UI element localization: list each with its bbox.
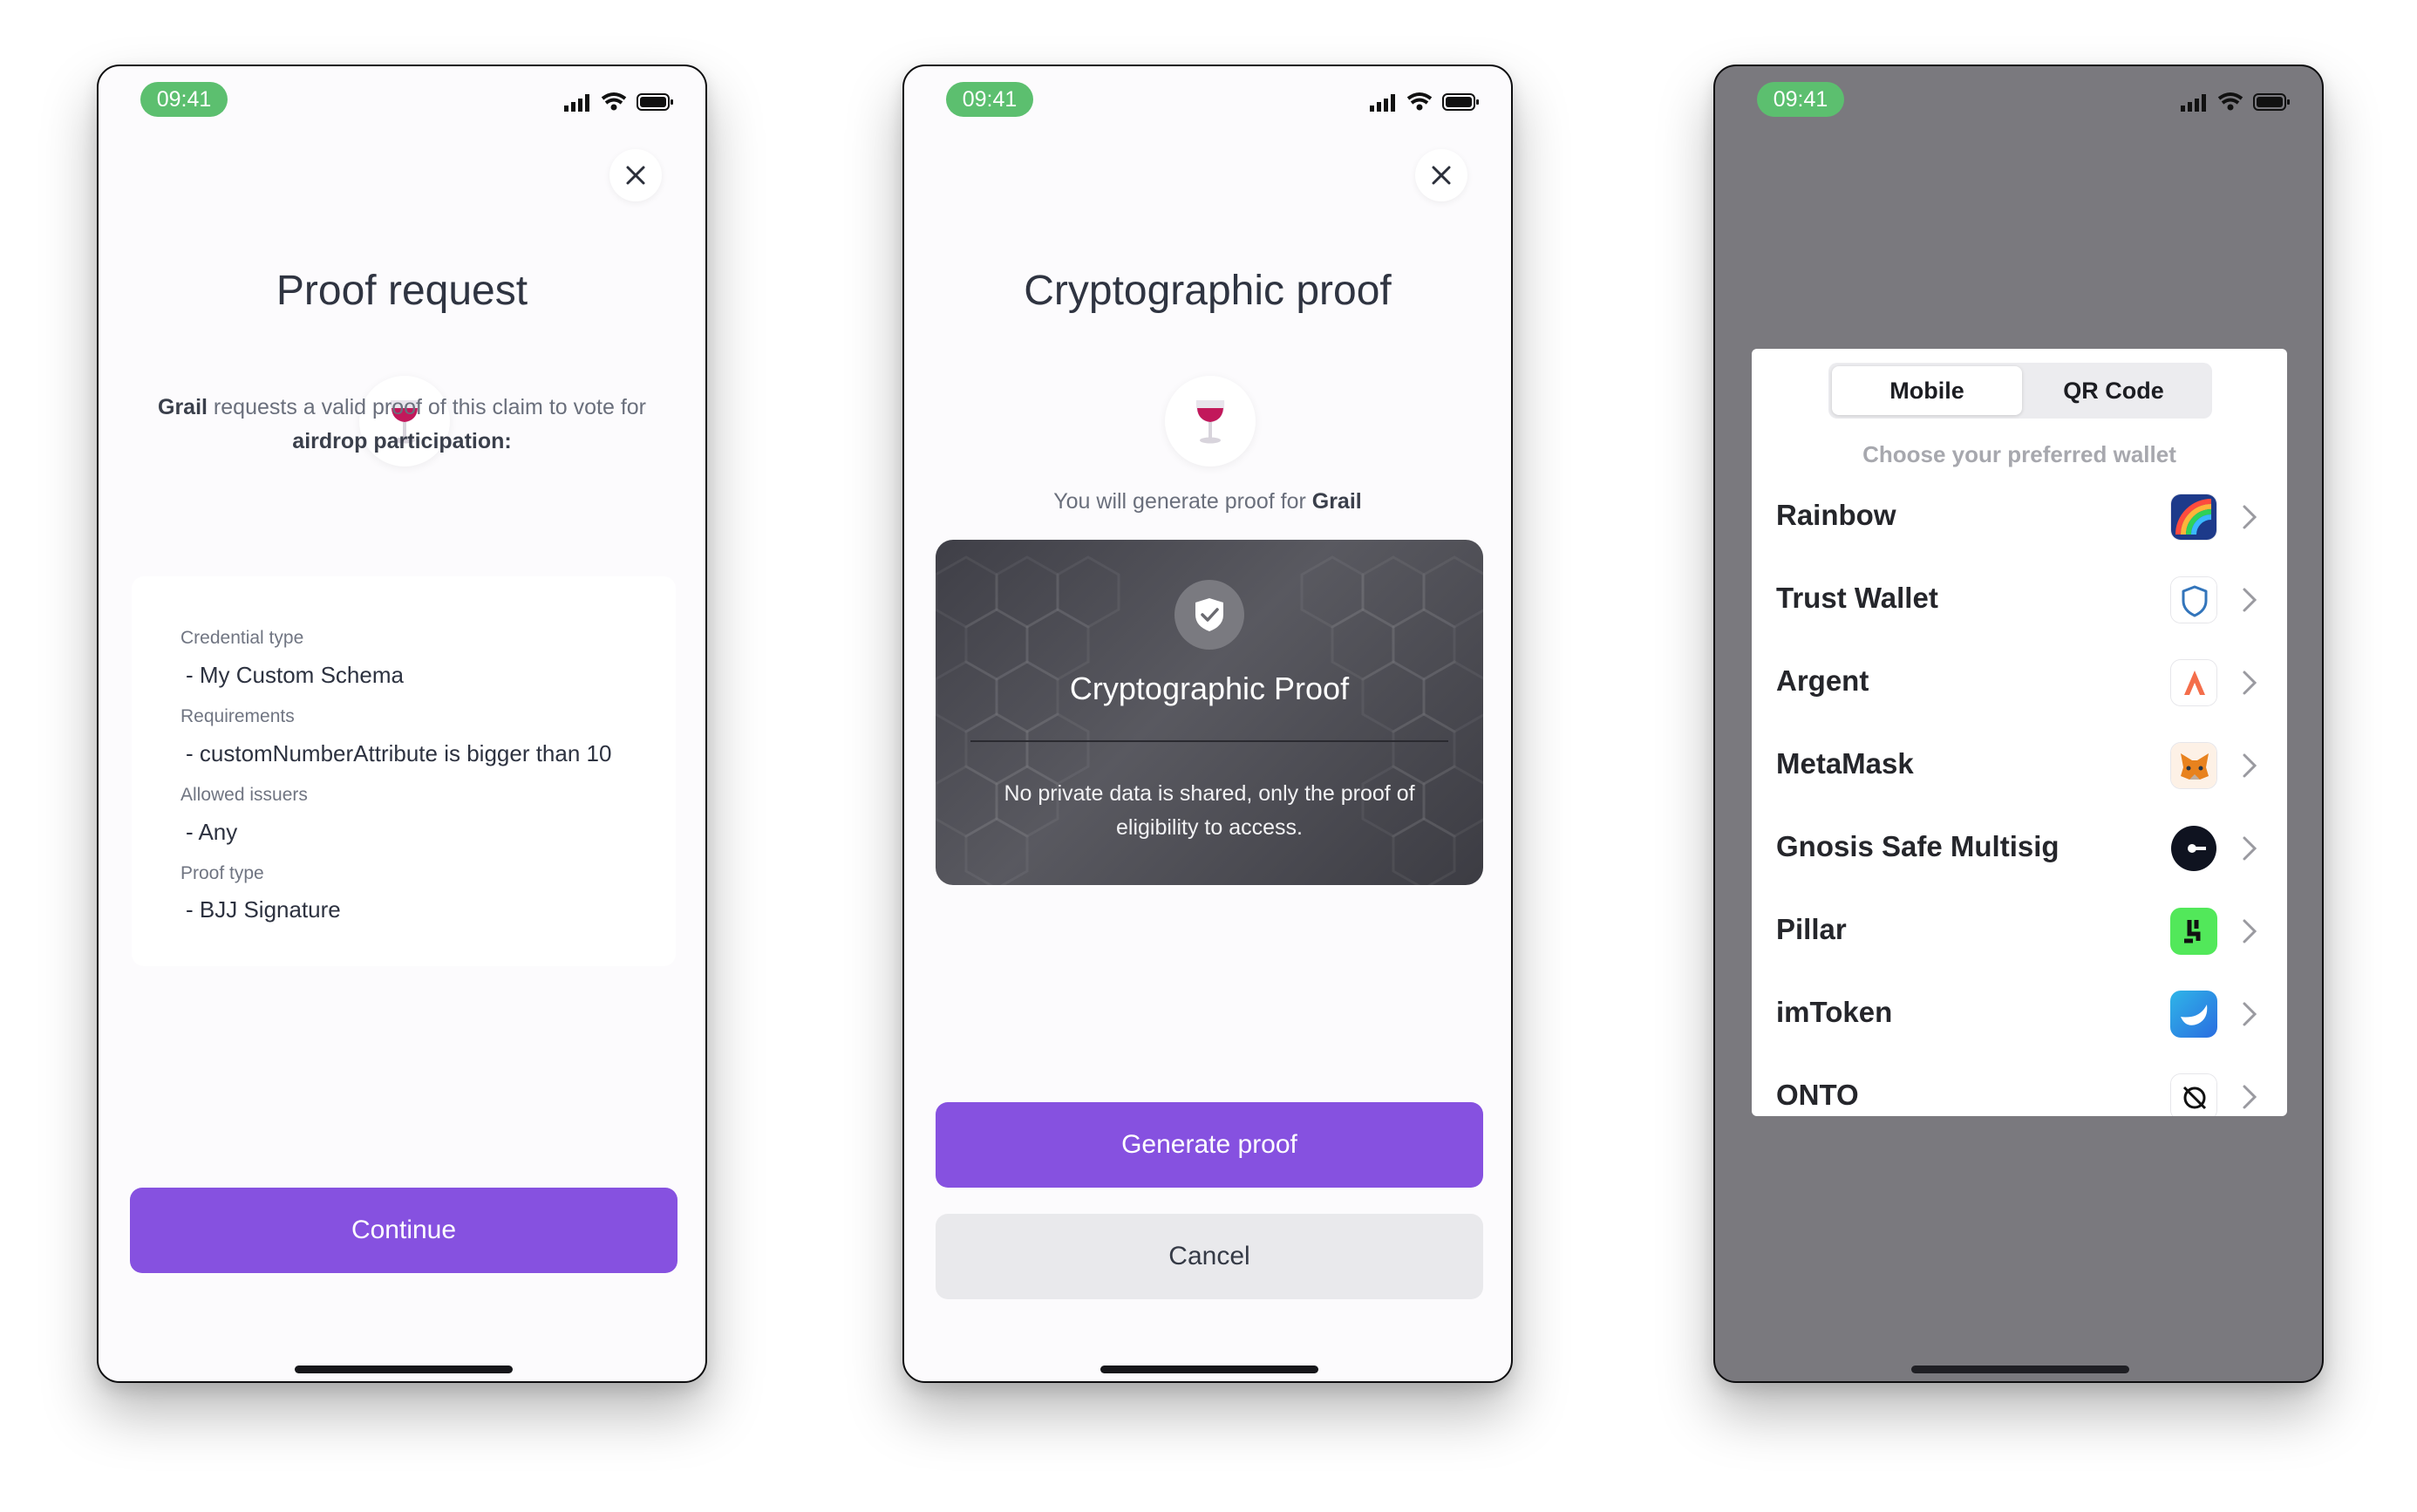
onto-icon — [2170, 1073, 2217, 1116]
wallet-list-subtitle: Choose your preferred wallet — [1862, 441, 2176, 467]
proof-card-title: Cryptographic Proof — [1069, 671, 1350, 706]
desc-purpose: airdrop participation: — [292, 429, 512, 453]
wallet-name: Trust Wallet — [1776, 582, 1938, 614]
chevron-right-icon — [2243, 671, 2257, 695]
claim-value: - My Custom Schema — [186, 662, 404, 688]
wallet-name: Argent — [1776, 664, 1869, 697]
chevron-right-icon — [2243, 1002, 2257, 1026]
page-title: Proof request — [276, 268, 528, 314]
home-indicator — [1100, 1366, 1318, 1373]
phone-proof-request: 09:41 Proof request Grail requests a val… — [97, 65, 707, 1383]
shield-check-icon — [1195, 598, 1223, 631]
close-icon — [626, 166, 645, 185]
status-icons — [1370, 92, 1479, 112]
home-indicator — [295, 1366, 513, 1373]
gnosis-safe-icon — [2170, 825, 2217, 872]
tab-qr-code[interactable]: QR Code — [2019, 366, 2209, 415]
claim-value: - BJJ Signature — [186, 896, 341, 923]
claim-value: - customNumberAttribute is bigger than 1… — [186, 740, 612, 766]
page-title: Cryptographic proof — [1024, 268, 1392, 314]
status-time: 09:41 — [946, 82, 1033, 117]
tab-mobile[interactable]: Mobile — [1832, 366, 2022, 415]
trust-wallet-shield-icon — [2170, 576, 2217, 623]
wine-glass-icon — [1195, 400, 1225, 444]
claim-key: Requirements — [180, 706, 295, 726]
wallet-name: Gnosis Safe Multisig — [1776, 830, 2060, 862]
claim-value: - Any — [186, 819, 238, 845]
wallet-item-rainbow[interactable]: Rainbow — [1752, 476, 2287, 559]
chevron-right-icon — [2243, 919, 2257, 943]
close-icon — [1432, 166, 1451, 185]
wallet-name: MetaMask — [1776, 747, 1914, 780]
pillar-icon — [2170, 908, 2217, 955]
wallet-name: imToken — [1776, 996, 1893, 1028]
chevron-right-icon — [2243, 836, 2257, 861]
wallet-item-trust-wallet[interactable]: Trust Wallet — [1752, 559, 2287, 642]
chevron-right-icon — [2243, 588, 2257, 612]
wallet-item-pillar[interactable]: Pillar — [1752, 890, 2287, 973]
rainbow-icon — [2170, 494, 2217, 541]
org-name: Grail — [158, 395, 208, 419]
claim-key: Proof type — [180, 863, 264, 883]
connection-tabs: Mobile QR Code — [1828, 363, 2212, 419]
org-name: Grail — [1311, 489, 1362, 514]
phone-cryptographic-proof: 09:41 Cryptographic proof You will gener… — [902, 65, 1513, 1383]
proof-card: Cryptographic Proof No private data is s… — [936, 540, 1483, 885]
claim-card: Credential type - My Custom Schema Requi… — [132, 576, 676, 966]
phone-wallet-selection: 09:41 Mobile QR Code Choose your preferr… — [1713, 65, 2324, 1383]
continue-button[interactable]: Continue — [130, 1188, 677, 1273]
wallet-name: Pillar — [1776, 913, 1847, 945]
generate-proof-button[interactable]: Generate proof — [936, 1102, 1483, 1188]
divider — [970, 740, 1448, 742]
wallet-item-onto[interactable]: ONTO — [1752, 1056, 2287, 1116]
imtoken-icon — [2170, 991, 2217, 1038]
shield-check-badge — [1174, 580, 1244, 650]
grail-logo — [1165, 376, 1256, 467]
proof-card-text: No private data is shared, only the proo… — [1004, 781, 1415, 840]
wallet-item-argent[interactable]: Argent — [1752, 642, 2287, 725]
chevron-right-icon — [2243, 753, 2257, 778]
close-button[interactable] — [1415, 149, 1467, 201]
status-icons — [2181, 92, 2290, 112]
cancel-button[interactable]: Cancel — [936, 1214, 1483, 1299]
wallet-item-imtoken[interactable]: imToken — [1752, 973, 2287, 1056]
status-time: 09:41 — [140, 82, 228, 117]
request-description: Grail requests a valid proof of this cla… — [133, 391, 671, 459]
status-icons — [564, 92, 673, 112]
home-indicator — [1911, 1366, 2129, 1373]
desc-text: requests a valid proof of this claim to … — [207, 395, 646, 419]
status-time: 09:41 — [1757, 82, 1844, 117]
close-button[interactable] — [609, 149, 662, 201]
chevron-right-icon — [2243, 1085, 2257, 1109]
claim-key: Credential type — [180, 628, 304, 648]
claim-key: Allowed issuers — [180, 785, 308, 805]
desc-text: You will generate proof for — [1053, 489, 1312, 514]
wallet-modal: Mobile QR Code Choose your preferred wal… — [1752, 349, 2287, 1116]
wallet-name: Rainbow — [1776, 499, 1896, 531]
wallet-item-gnosis-safe[interactable]: Gnosis Safe Multisig — [1752, 807, 2287, 890]
wallet-item-metamask[interactable]: MetaMask — [1752, 725, 2287, 807]
metamask-fox-icon — [2170, 742, 2217, 789]
argent-icon — [2170, 659, 2217, 706]
chevron-right-icon — [2243, 505, 2257, 529]
wallet-name: ONTO — [1776, 1079, 1859, 1111]
proof-description: You will generate proof for Grail — [939, 485, 1476, 519]
